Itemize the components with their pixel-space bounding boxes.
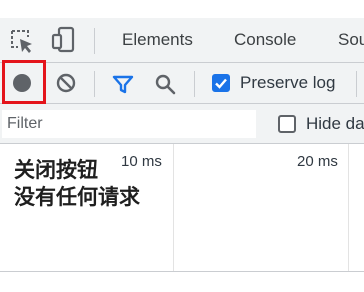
tab-separator	[94, 28, 95, 54]
tab-elements[interactable]: Elements	[122, 28, 193, 52]
timeline-grid-line	[348, 144, 349, 271]
inspect-element-icon[interactable]	[8, 28, 36, 54]
tab-console[interactable]: Console	[234, 28, 296, 52]
network-toolbar: Preserve log	[0, 62, 364, 104]
clear-button[interactable]	[54, 71, 78, 95]
devtools-tab-bar: Elements Console Sou	[0, 18, 364, 62]
preserve-log-checkbox[interactable]	[212, 74, 230, 92]
hide-data-urls-checkbox[interactable]	[278, 115, 296, 133]
timeline-overview[interactable]: 10 ms 20 ms 关闭按钮 没有任何请求	[0, 144, 364, 272]
devtools-window: Elements Console Sou Preserve log Filter…	[0, 0, 364, 292]
filter-icon	[112, 75, 134, 94]
device-toolbar-icon[interactable]	[50, 26, 78, 54]
toolbar-separator	[94, 71, 95, 97]
record-button-highlight	[2, 60, 46, 104]
preserve-log-label[interactable]: Preserve log	[240, 72, 335, 94]
filter-input[interactable]	[2, 110, 256, 138]
tab-sources[interactable]: Sou	[338, 28, 364, 52]
filter-bar: Hide da	[0, 104, 364, 144]
filter-button[interactable]	[110, 71, 136, 97]
toolbar-separator	[356, 71, 357, 97]
empty-requests-message: 关闭按钮 没有任何请求	[14, 157, 140, 209]
hide-data-urls-label[interactable]: Hide da	[306, 113, 364, 135]
search-icon	[155, 74, 176, 95]
search-button[interactable]	[152, 71, 178, 97]
timeline-tick-label: 20 ms	[297, 153, 338, 170]
toolbar-separator	[194, 71, 195, 97]
clear-icon	[56, 73, 76, 93]
